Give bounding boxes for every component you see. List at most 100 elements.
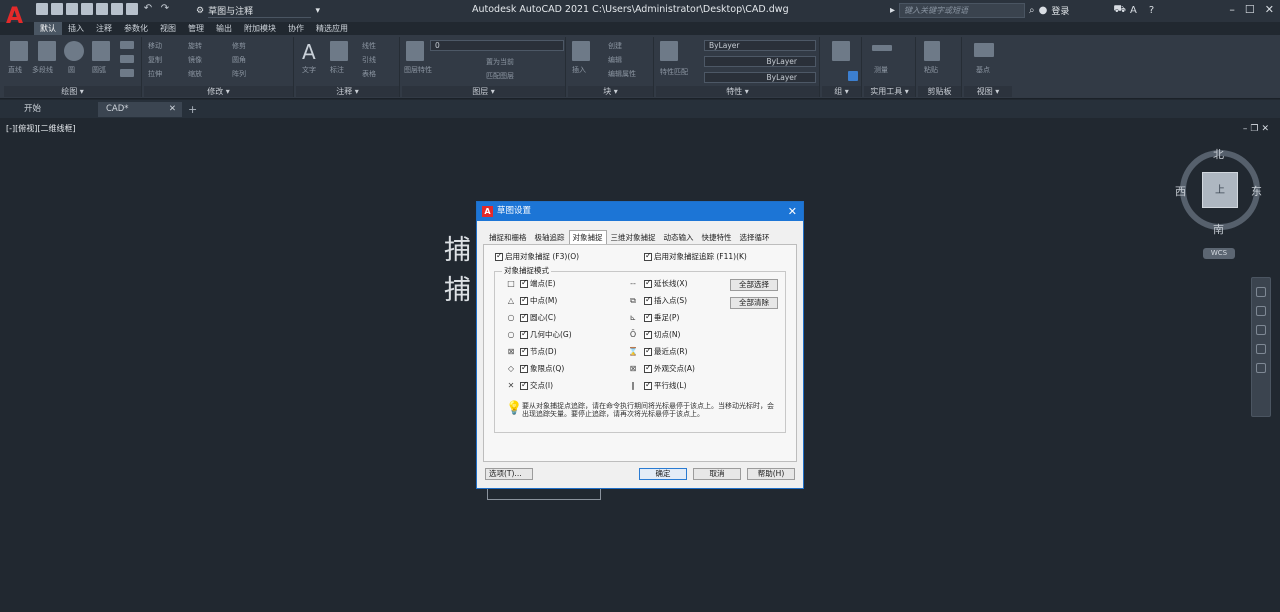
compass-north[interactable]: 北: [1213, 146, 1224, 162]
options-button[interactable]: 选项(T)...: [485, 468, 533, 480]
panel-title-annotate[interactable]: 注释 ▾: [296, 86, 399, 97]
panel-title-clipboard[interactable]: 剪贴板: [918, 86, 961, 97]
ribbon-tab-parametric[interactable]: 参数化: [118, 22, 154, 35]
compass-south[interactable]: 南: [1213, 221, 1224, 237]
compass-east[interactable]: 东: [1251, 183, 1262, 199]
label-table[interactable]: 表格: [362, 69, 376, 79]
label-move[interactable]: 移动: [148, 41, 162, 51]
tab-3d-object-snap[interactable]: 三维对象捕捉: [607, 230, 660, 244]
autocad-logo-icon[interactable]: A: [6, 4, 26, 30]
label-leader[interactable]: 引线: [362, 55, 376, 65]
panel-title-properties[interactable]: 特性 ▾: [656, 86, 819, 97]
label-rotate[interactable]: 旋转: [188, 41, 202, 51]
cart-icon[interactable]: ⛟: [1113, 4, 1126, 17]
snap-geometric-center-checkbox[interactable]: 几何中心(G): [520, 329, 572, 340]
snap-midpoint-checkbox[interactable]: 中点(M): [520, 295, 557, 306]
print-icon[interactable]: [126, 3, 138, 15]
base-view-icon[interactable]: [974, 43, 994, 57]
label-trim[interactable]: 修剪: [232, 41, 246, 51]
lineweight-dropdown[interactable]: ByLayer: [704, 72, 816, 83]
snap-parallel-checkbox[interactable]: 平行线(L): [644, 380, 687, 391]
snap-quadrant-checkbox[interactable]: 象限点(Q): [520, 363, 564, 374]
showmotion-icon[interactable]: [1256, 363, 1266, 373]
match-properties-icon[interactable]: [660, 41, 678, 61]
help-icon[interactable]: ?: [1149, 5, 1154, 16]
panel-title-groups[interactable]: 组 ▾: [822, 86, 861, 97]
rectangle-icon[interactable]: [120, 41, 134, 49]
zoom-icon[interactable]: [1256, 325, 1266, 335]
ribbon-tab-view[interactable]: 视图: [154, 22, 182, 35]
snap-perpendicular-checkbox[interactable]: 垂足(P): [644, 312, 679, 323]
user-icon[interactable]: ●: [1039, 5, 1048, 16]
new-icon[interactable]: [36, 3, 48, 15]
label-fillet[interactable]: 圆角: [232, 55, 246, 65]
new-tab-icon[interactable]: +: [188, 102, 197, 117]
color-dropdown[interactable]: ByLayer: [704, 40, 816, 51]
maximize-icon[interactable]: ☐: [1245, 3, 1255, 16]
tab-dynamic-input[interactable]: 动态输入: [660, 230, 698, 244]
snap-center-checkbox[interactable]: 圆心(C): [520, 312, 556, 323]
snap-intersection-checkbox[interactable]: 交点(I): [520, 380, 553, 391]
enable-tracking-checkbox[interactable]: 启用对象捕捉追踪 (F11)(K): [644, 251, 747, 262]
search-icon[interactable]: ⌕: [1029, 5, 1035, 16]
save-icon[interactable]: [66, 3, 78, 15]
line-icon[interactable]: [10, 41, 28, 61]
dialog-close-icon[interactable]: ✕: [788, 202, 797, 221]
group-select-icon[interactable]: [848, 71, 858, 81]
minimize-icon[interactable]: –: [1229, 3, 1235, 16]
doc-tab-cad[interactable]: CAD* ✕: [98, 102, 182, 117]
web-mobile-icon[interactable]: [96, 3, 108, 15]
redo-icon[interactable]: ↷: [158, 3, 172, 15]
label-match-layer[interactable]: 匹配图层: [486, 71, 514, 81]
label-mirror[interactable]: 镜像: [188, 55, 202, 65]
viewport-controls[interactable]: [-][俯视][二维线框]: [6, 123, 76, 134]
tab-polar-tracking[interactable]: 极轴追踪: [531, 230, 569, 244]
tab-quick-properties[interactable]: 快捷特性: [698, 230, 736, 244]
panel-title-layers[interactable]: 图层 ▾: [402, 86, 565, 97]
enable-osnap-checkbox[interactable]: 启用对象捕捉 (F3)(O): [495, 251, 579, 262]
compass-west[interactable]: 西: [1175, 183, 1186, 199]
dialog-title-bar[interactable]: A 草图设置 ✕: [477, 202, 803, 221]
snap-node-checkbox[interactable]: 节点(D): [520, 346, 557, 357]
panel-title-modify[interactable]: 修改 ▾: [144, 86, 293, 97]
label-stretch[interactable]: 拉伸: [148, 69, 162, 79]
viewcube-top-face[interactable]: 上: [1202, 172, 1238, 208]
label-edit-attribute[interactable]: 编辑属性: [608, 69, 636, 79]
tab-selection-cycling[interactable]: 选择循环: [736, 230, 774, 244]
workspace-switcher[interactable]: ⚙ 草图与注释 ▾: [196, 3, 320, 18]
viewport-restore-icon[interactable]: ❐: [1250, 124, 1261, 134]
ribbon-tab-home[interactable]: 默认: [34, 22, 62, 35]
measure-icon[interactable]: [872, 45, 892, 51]
search-input[interactable]: 键入关键字或短语: [899, 3, 1026, 18]
ribbon-tab-collaborate[interactable]: 协作: [282, 22, 310, 35]
cancel-button[interactable]: 取消: [693, 468, 741, 480]
steering-wheel-icon[interactable]: [1256, 287, 1266, 297]
text-icon[interactable]: A: [302, 41, 320, 63]
tab-snap-grid[interactable]: 捕捉和栅格: [485, 230, 531, 244]
panel-title-block[interactable]: 块 ▾: [568, 86, 653, 97]
ribbon-tab-output[interactable]: 输出: [210, 22, 238, 35]
ribbon-tab-insert[interactable]: 插入: [62, 22, 90, 35]
wcs-menu[interactable]: WCS: [1203, 248, 1235, 259]
label-copy[interactable]: 复制: [148, 55, 162, 65]
linetype-dropdown[interactable]: ByLayer: [704, 56, 816, 67]
snap-endpoint-checkbox[interactable]: 端点(E): [520, 278, 556, 289]
label-linear[interactable]: 线性: [362, 41, 376, 51]
pan-icon[interactable]: [1256, 306, 1266, 316]
panel-title-utilities[interactable]: 实用工具 ▾: [864, 86, 915, 97]
snap-nearest-checkbox[interactable]: 最近点(R): [644, 346, 688, 357]
arc-icon[interactable]: [92, 41, 110, 61]
label-create[interactable]: 创建: [608, 41, 622, 51]
label-edit[interactable]: 编辑: [608, 55, 622, 65]
ellipse-icon[interactable]: [120, 55, 134, 63]
close-icon[interactable]: ✕: [1265, 3, 1274, 16]
ok-button[interactable]: 确定: [639, 468, 687, 480]
snap-apparent-intersection-checkbox[interactable]: 外观交点(A): [644, 363, 695, 374]
circle-icon[interactable]: [64, 41, 84, 61]
a360-icon[interactable]: A: [1130, 5, 1137, 16]
doc-tab-start[interactable]: 开始: [16, 102, 98, 117]
clear-all-button[interactable]: 全部清除: [730, 297, 778, 309]
panel-title-draw[interactable]: 绘图 ▾: [4, 86, 141, 97]
close-tab-icon[interactable]: ✕: [169, 102, 176, 117]
tab-object-snap[interactable]: 对象捕捉: [568, 230, 607, 244]
